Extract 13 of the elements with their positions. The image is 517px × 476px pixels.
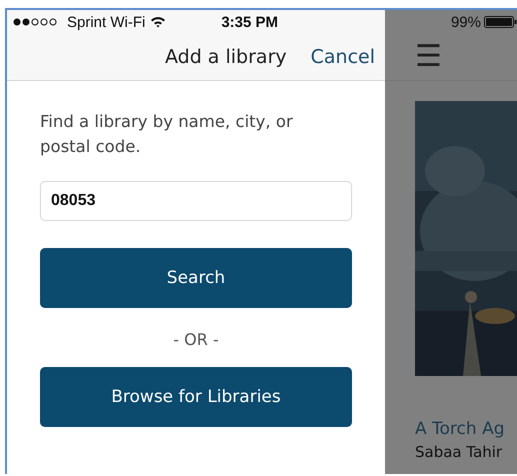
- cancel-button[interactable]: Cancel: [310, 46, 375, 68]
- or-separator: - OR -: [173, 330, 219, 349]
- instruction-text: Find a library by name, city, or postal code.: [40, 111, 294, 158]
- search-button[interactable]: Search: [40, 248, 352, 308]
- battery-percentage: 99%: [450, 14, 481, 30]
- browse-libraries-button[interactable]: Browse for Libraries: [40, 367, 352, 427]
- book-author: Sabaa Tahir: [415, 443, 504, 461]
- screen-title: Add a library: [164, 46, 287, 68]
- battery-icon: [484, 16, 517, 28]
- status-time: 3:35 PM: [221, 14, 278, 30]
- wifi-icon: [150, 16, 166, 28]
- carrier-name: Sprint Wi-Fi: [67, 14, 146, 30]
- search-field[interactable]: 08053: [40, 181, 352, 221]
